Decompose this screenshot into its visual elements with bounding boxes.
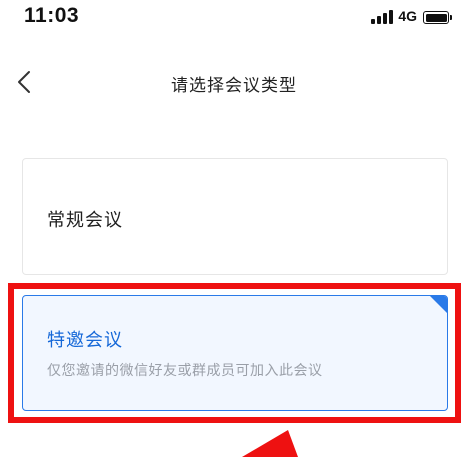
network-type: 4G [398,8,417,24]
signal-icon [371,10,394,24]
meeting-type-screen: 11:03 4G 请选择会议类型 常规会议 特邀会议 仅您邀请的微信好友或群成员… [0,0,468,457]
page-title: 请选择会议类型 [171,76,297,96]
option-title: 特邀会议 [47,330,123,351]
status-bar: 11:03 4G [0,0,468,34]
nav-bar: 请选择会议类型 [0,56,468,108]
option-description: 仅您邀请的微信好友或群成员可加入此会议 [47,363,323,379]
option-regular-meeting[interactable]: 常规会议 [22,158,448,275]
status-indicators: 4G [371,8,452,24]
option-title: 常规会议 [47,210,123,231]
battery-tip [450,15,452,20]
battery-icon [423,11,449,24]
option-special-meeting[interactable]: 特邀会议 仅您邀请的微信好友或群成员可加入此会议 [22,295,448,411]
pointer-arrow-icon [242,430,298,457]
selected-corner-icon [430,296,447,313]
status-time: 11:03 [24,4,80,27]
